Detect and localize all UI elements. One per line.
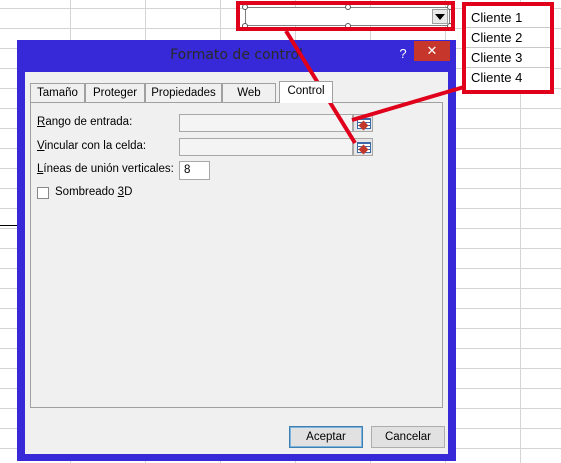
tab-size[interactable]: Tamaño	[30, 83, 85, 102]
client-list-item[interactable]: Cliente 1	[466, 8, 550, 28]
client-list-item[interactable]: Cliente 4	[466, 68, 550, 88]
control-tab-panel: Rango de entrada: Vincular con la celda:…	[30, 102, 443, 408]
dialog-body: Tamaño Proteger Propiedades Web Control …	[25, 72, 448, 454]
shading-3d-checkbox[interactable]	[37, 187, 49, 199]
client-list-item[interactable]: Cliente 2	[466, 28, 550, 48]
cell-link-label: Vincular con la celda:	[37, 140, 147, 152]
dialog-title: Formato de control	[170, 47, 303, 63]
input-range-ref-button[interactable]	[353, 114, 373, 132]
tab-control[interactable]: Control	[279, 81, 333, 103]
tab-web[interactable]: Web	[222, 83, 276, 102]
combo-highlight-frame	[236, 1, 455, 31]
cancel-button[interactable]: Cancelar	[371, 426, 445, 448]
close-button[interactable]: ✕	[414, 41, 450, 61]
cell-border	[0, 225, 18, 226]
input-range-label: Rango de entrada:	[37, 116, 133, 128]
client-list-highlight: Cliente 1 Cliente 2 Cliente 3 Cliente 4	[462, 2, 554, 94]
shading-3d-label: Sombreado 3D	[55, 186, 133, 198]
tab-protect[interactable]: Proteger	[85, 83, 145, 102]
drop-lines-input[interactable]: 8	[179, 161, 210, 180]
tab-properties[interactable]: Propiedades	[145, 83, 222, 102]
client-list-item[interactable]: Cliente 3	[466, 48, 550, 68]
cell-link-field[interactable]	[179, 138, 353, 156]
help-button[interactable]: ?	[396, 45, 410, 63]
ok-button[interactable]: Aceptar	[289, 426, 363, 448]
drop-lines-label: Líneas de unión verticales:	[37, 163, 174, 175]
cell-link-ref-button[interactable]	[353, 138, 373, 156]
input-range-field[interactable]	[179, 114, 353, 132]
format-control-dialog: Formato de control ? ✕ Tamaño Proteger P…	[17, 40, 456, 461]
dialog-titlebar[interactable]: Formato de control ? ✕	[17, 40, 456, 72]
